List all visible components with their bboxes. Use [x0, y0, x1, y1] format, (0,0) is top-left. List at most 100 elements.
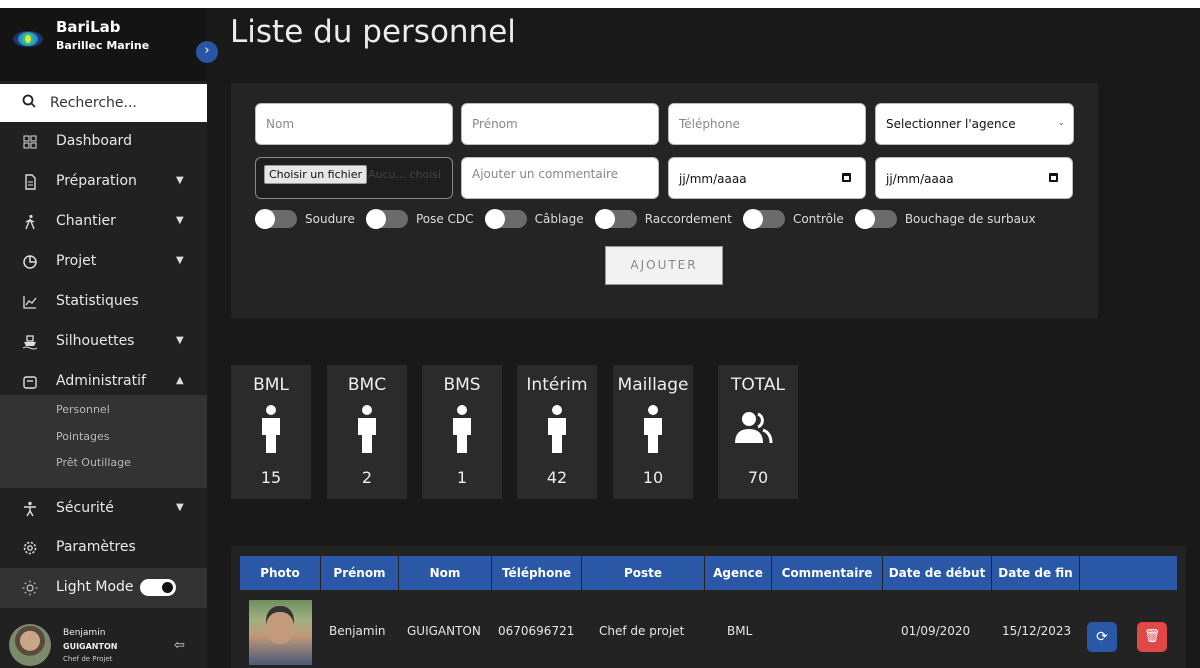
barilab-logo-icon — [13, 31, 43, 47]
column-header: Poste — [582, 556, 704, 590]
sidebar-item-chantier[interactable]: Chantier ▼ — [0, 202, 207, 242]
toggle-raccordement[interactable] — [594, 208, 637, 229]
stat-card-bml: BML 15 — [231, 365, 311, 499]
chevron-down-icon: ▼ — [176, 215, 184, 226]
stat-card-interim: Intérim 42 — [517, 365, 597, 499]
sidebar-item-label: Chantier — [56, 213, 116, 229]
stat-label: Maillage — [617, 375, 689, 395]
delete-button[interactable]: 🗑 — [1137, 622, 1167, 652]
pie-chart-icon — [23, 255, 37, 269]
start-date-input[interactable]: jj/mm/aaaa — [668, 157, 866, 199]
sidebar-item-preparation[interactable]: Préparation ▼ — [0, 162, 207, 202]
sidebar-item-securite[interactable]: Sécurité ▼ — [0, 489, 207, 529]
column-header: Date de début — [883, 556, 991, 590]
stat-card-total: TOTAL 70 — [718, 365, 798, 499]
sidebar-item-label: Paramètres — [56, 539, 136, 555]
search-input[interactable] — [50, 90, 200, 116]
agence-select[interactable]: Selectionner l'agence ⌄ — [875, 103, 1074, 145]
agence-select-value: Selectionner l'agence — [886, 117, 1016, 131]
person-icon — [548, 405, 566, 453]
start-date-value: jj/mm/aaaa — [679, 172, 747, 186]
end-date-value: jj/mm/aaaa — [886, 172, 954, 186]
cell-date-fin: 15/12/2023 — [1002, 624, 1072, 638]
app-name: BariLab — [56, 18, 121, 36]
walking-person-icon — [25, 214, 35, 230]
calendar-icon[interactable] — [842, 173, 851, 182]
chevron-down-icon: ⌄ — [1057, 118, 1065, 128]
sidebar-item-projet[interactable]: Projet ▼ — [0, 242, 207, 282]
refresh-button[interactable]: ⟳ — [1087, 622, 1117, 652]
avatar — [9, 624, 51, 666]
sidebar-subitem-personnel[interactable]: Personnel — [56, 403, 110, 416]
logout-icon[interactable]: ⇦ — [174, 638, 185, 653]
sidebar-item-label: Administratif — [56, 373, 146, 389]
comment-textarea[interactable] — [461, 157, 659, 199]
file-input[interactable]: Choisir un fichier Aucu... choisi — [255, 157, 453, 199]
sidebar-subitem-pret-outillage[interactable]: Prêt Outillage — [56, 456, 131, 469]
add-personnel-form: Selectionner l'agence ⌄ Choisir un fichi… — [231, 83, 1098, 318]
toggle-pose-cdc[interactable] — [365, 208, 408, 229]
stat-label: TOTAL — [731, 375, 785, 395]
inbox-icon — [23, 376, 37, 389]
stat-card-bmc: BMC 2 — [327, 365, 407, 499]
chevron-down-icon: ▼ — [176, 502, 184, 513]
person-icon — [24, 501, 36, 517]
column-header: Photo — [240, 556, 320, 590]
search-icon — [22, 94, 36, 108]
brand-header: BariLab Barillec Marine › — [0, 8, 218, 81]
toggle-soudure[interactable] — [255, 208, 297, 229]
cell-agence: BML — [727, 624, 753, 638]
chevron-down-icon: ▼ — [176, 175, 184, 186]
sidebar-toggle-button[interactable]: › — [196, 41, 218, 63]
stat-card-bms: BMS 1 — [422, 365, 502, 499]
sun-icon — [22, 580, 38, 596]
nom-input[interactable] — [255, 103, 453, 145]
column-header — [1080, 556, 1177, 590]
stat-value: 70 — [747, 468, 769, 487]
column-header: Téléphone — [492, 556, 581, 590]
prenom-input[interactable] — [461, 103, 659, 145]
sidebar-item-label: Dashboard — [56, 133, 132, 149]
choose-file-button[interactable]: Choisir un fichier — [264, 165, 367, 184]
cell-nom: GUIGANTON — [407, 624, 481, 638]
user-last-name: GUIGANTON — [63, 642, 118, 651]
cell-prenom: Benjamin — [329, 624, 386, 638]
stat-value: 2 — [361, 468, 373, 487]
light-mode-toggle[interactable] — [140, 579, 176, 596]
column-header: Nom — [399, 556, 491, 590]
sidebar-item-label: Sécurité — [56, 500, 114, 516]
toggle-label: Contrôle — [792, 211, 844, 226]
toggle-label: Câblage — [534, 211, 584, 226]
stat-card-maillage: Maillage 10 — [613, 365, 693, 499]
telephone-input[interactable] — [668, 103, 866, 145]
sidebar-subitem-pointages[interactable]: Pointages — [56, 430, 110, 443]
ship-icon — [22, 335, 38, 350]
sidebar-item-label: Statistiques — [56, 293, 139, 309]
person-icon — [453, 405, 471, 453]
company-name: Barillec Marine — [56, 39, 150, 52]
user-profile: Benjamin GUIGANTON Chef de Projet ⇦ — [0, 608, 207, 668]
sidebar-item-dashboard[interactable]: Dashboard — [0, 122, 207, 162]
add-button[interactable]: AJOUTER — [605, 246, 723, 285]
column-header: Date de fin — [992, 556, 1079, 590]
sidebar-item-parametres[interactable]: Paramètres — [0, 528, 207, 568]
column-header: Commentaire — [772, 556, 882, 590]
end-date-input[interactable]: jj/mm/aaaa — [875, 157, 1073, 199]
toggle-label: Pose CDC — [415, 211, 474, 226]
search-bar — [0, 84, 207, 122]
chevron-up-icon: ▲ — [176, 375, 184, 386]
document-icon — [25, 174, 36, 190]
stat-value: 15 — [260, 468, 282, 487]
stat-value: 1 — [456, 468, 468, 487]
toggle-controle[interactable] — [742, 208, 785, 229]
sidebar-item-statistiques[interactable]: Statistiques — [0, 282, 207, 322]
toggle-cablage[interactable] — [484, 208, 527, 229]
sidebar-item-silhouettes[interactable]: Silhouettes ▼ — [0, 322, 207, 362]
stat-label: BML — [253, 375, 289, 395]
person-icon — [262, 405, 280, 453]
trash-icon: 🗑 — [1143, 629, 1161, 644]
light-mode-label: Light Mode — [56, 579, 134, 595]
person-icon — [358, 405, 376, 453]
calendar-icon[interactable] — [1049, 173, 1058, 182]
toggle-bouchage[interactable] — [854, 208, 897, 229]
